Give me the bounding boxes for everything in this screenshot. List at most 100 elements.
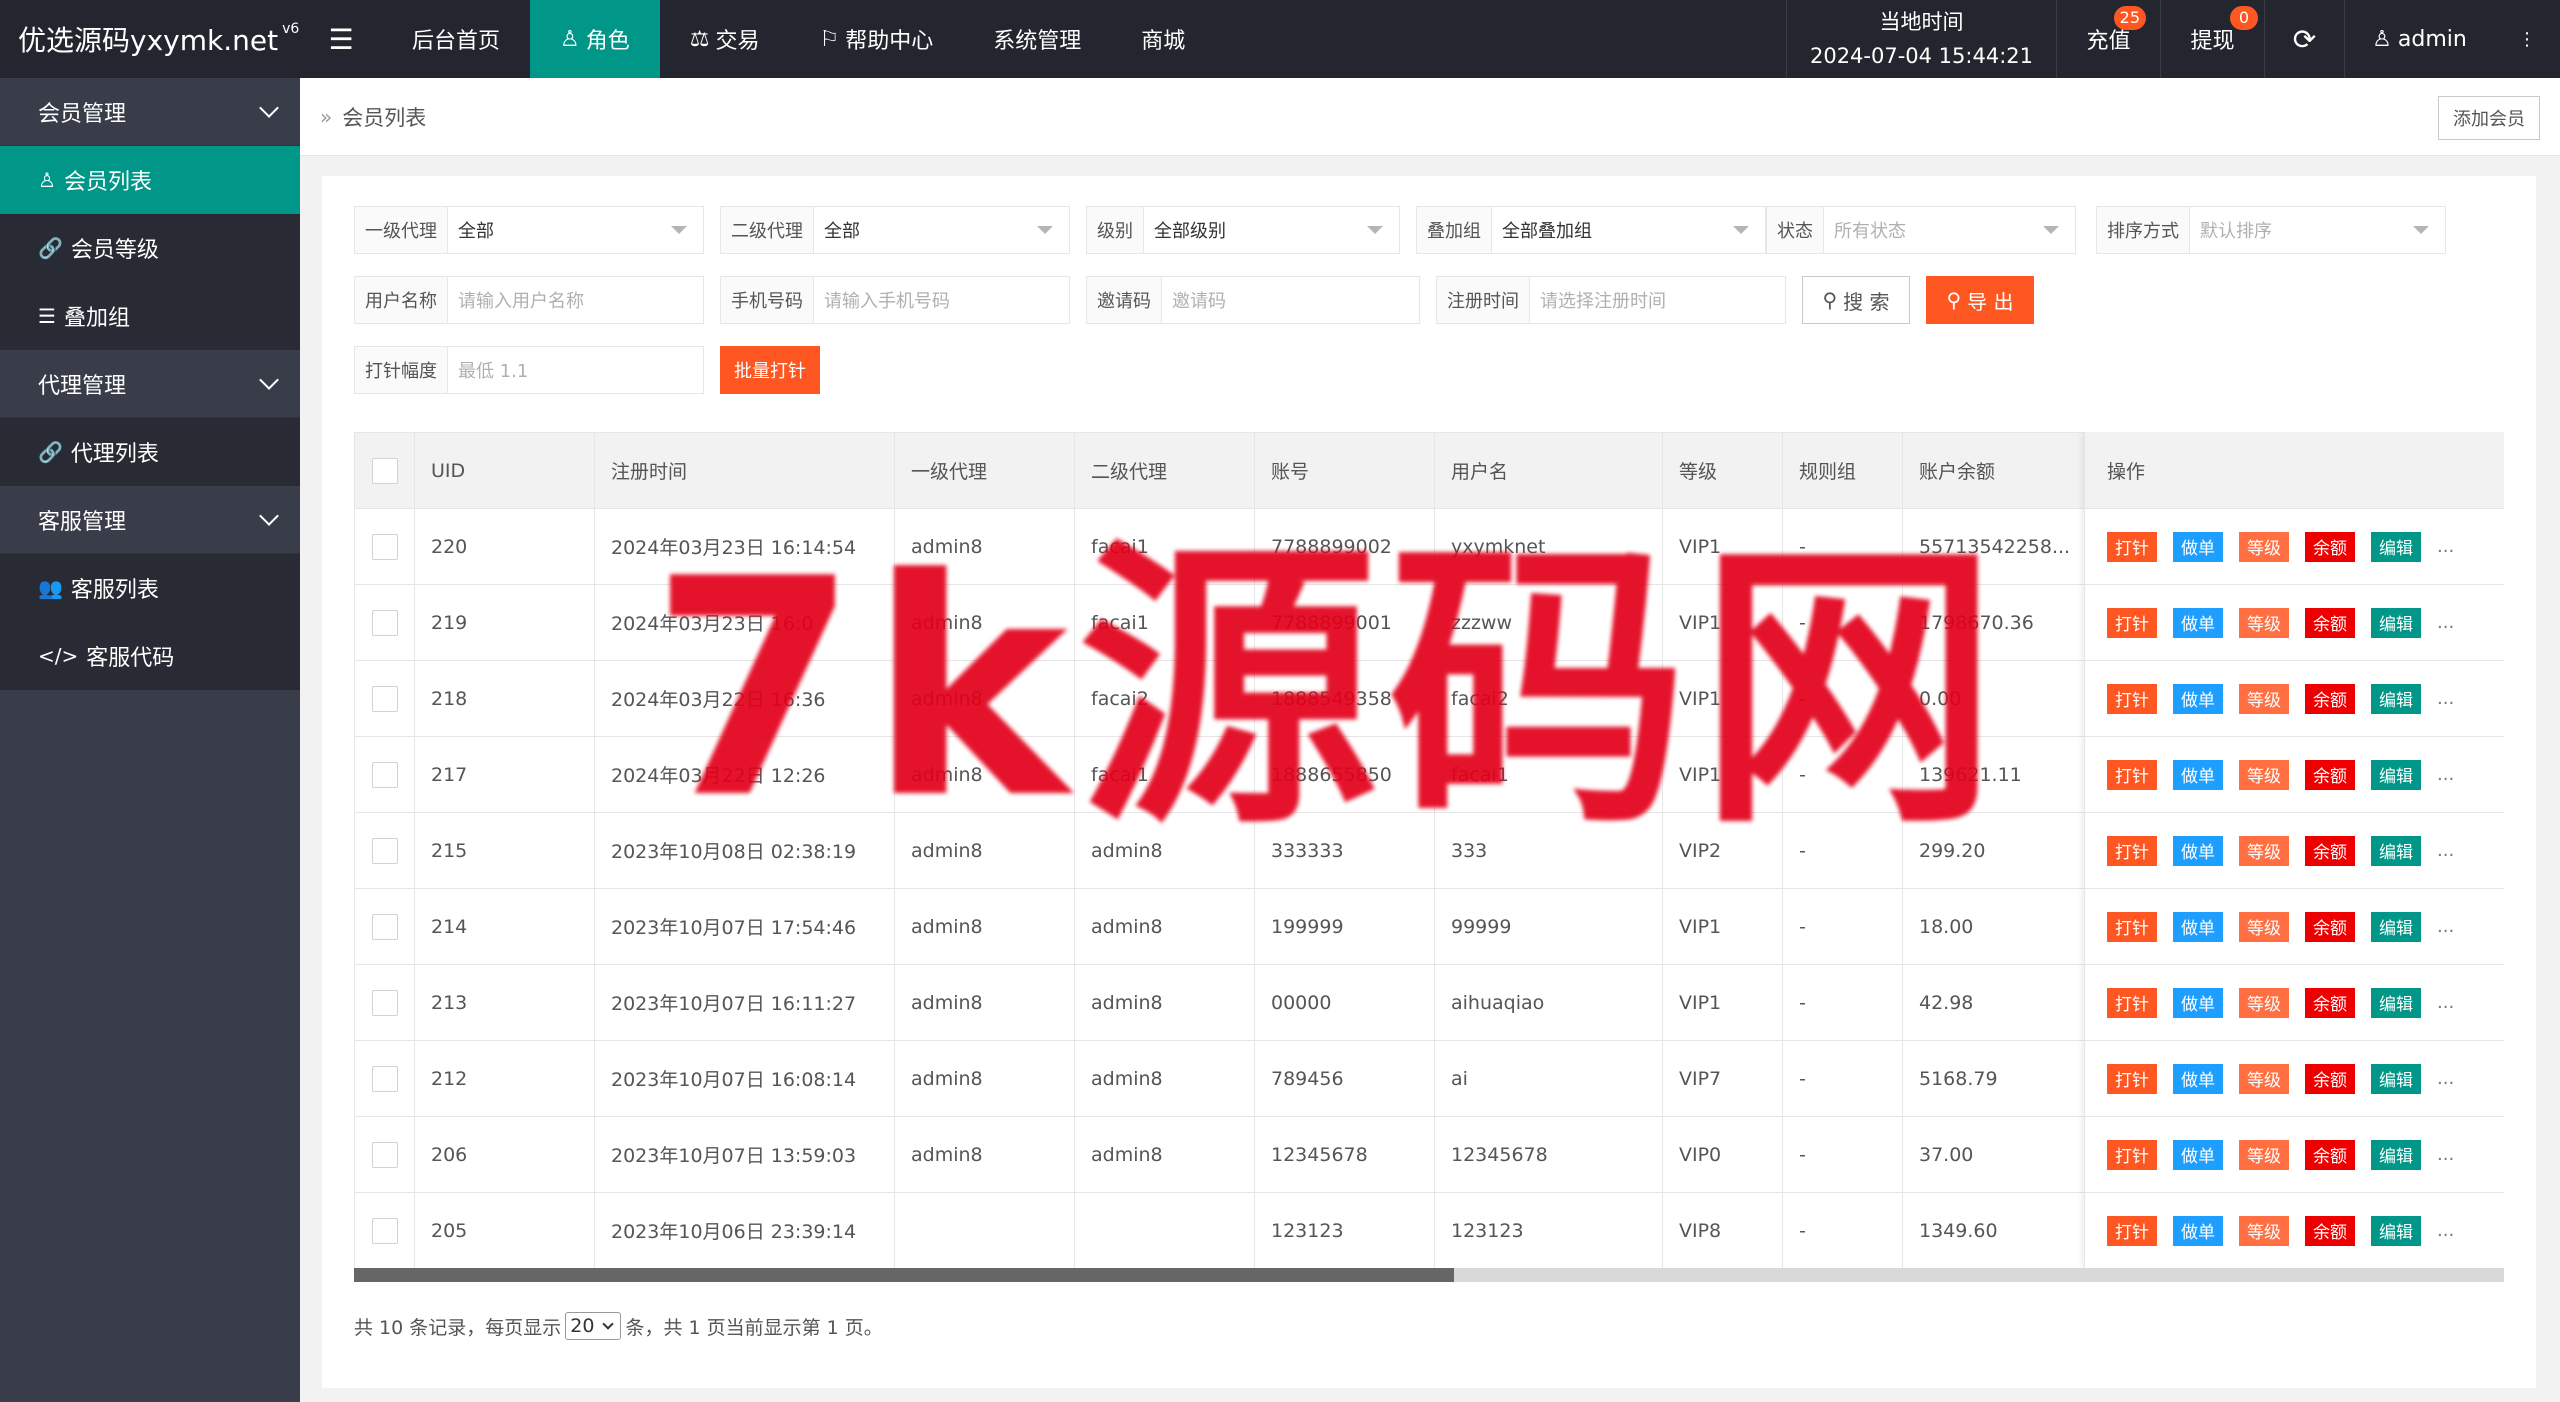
row-checkbox-cell[interactable] [354,508,415,585]
user-menu[interactable]: ♙ admin [2344,0,2494,78]
more-ops-icon[interactable]: ... [2437,1220,2454,1241]
order-button[interactable]: 做单 [2173,683,2223,714]
row-checkbox-cell[interactable] [354,888,415,965]
row-checkbox[interactable] [371,685,398,712]
select-all-checkbox[interactable] [354,432,415,509]
refresh-icon[interactable]: ⟳ [2264,0,2344,78]
order-button[interactable]: 做单 [2173,759,2223,790]
row-checkbox[interactable] [371,989,398,1016]
sidebar-item-member-list[interactable]: ♙ 会员列表 [0,146,300,214]
sidebar-group-agents[interactable]: 代理管理 [0,350,300,418]
edit-button[interactable]: 编辑 [2371,607,2421,638]
sidebar-item-agent-list[interactable]: 🔗 代理列表 [0,418,300,486]
nav-system[interactable]: 系统管理 [963,0,1111,78]
order-button[interactable]: 做单 [2173,835,2223,866]
scrollbar-thumb[interactable] [354,1268,1454,1282]
order-button[interactable]: 做单 [2173,911,2223,942]
level-button[interactable]: 等级 [2239,987,2289,1018]
nav-home[interactable]: 后台首页 [382,0,530,78]
pin-button[interactable]: 打针 [2107,1139,2157,1170]
more-ops-icon[interactable]: ... [2437,992,2454,1013]
username-field[interactable]: 用户名称 请输入用户名称 [354,276,704,324]
more-ops-icon[interactable]: ... [2437,1068,2454,1089]
level-button[interactable]: 等级 [2239,683,2289,714]
row-checkbox[interactable] [371,1217,398,1244]
pin-button[interactable]: 打针 [2107,911,2157,942]
invite-input[interactable]: 邀请码 [1162,277,1419,323]
phone-input[interactable]: 请输入手机号码 [814,277,1069,323]
edit-button[interactable]: 编辑 [2371,911,2421,942]
pin-button[interactable]: 打针 [2107,531,2157,562]
pin-button[interactable]: 打针 [2107,1063,2157,1094]
balance-button[interactable]: 余额 [2305,759,2355,790]
level-button[interactable]: 等级 [2239,911,2289,942]
regtime-input[interactable]: 请选择注册时间 [1530,277,1785,323]
pin-field[interactable]: 打针幅度 最低 1.1 [354,346,704,394]
order-button[interactable]: 做单 [2173,1215,2223,1246]
nav-help[interactable]: ⚐ 帮助中心 [790,0,964,78]
row-checkbox-cell[interactable] [354,584,415,661]
balance-button[interactable]: 余额 [2305,607,2355,638]
edit-button[interactable]: 编辑 [2371,987,2421,1018]
more-ops-icon[interactable]: ... [2437,536,2454,557]
row-checkbox-cell[interactable] [354,1116,415,1193]
order-button[interactable]: 做单 [2173,987,2223,1018]
row-checkbox[interactable] [371,609,398,636]
row-checkbox[interactable] [371,837,398,864]
status-select[interactable]: 状态 所有状态 [1766,206,2076,254]
row-checkbox[interactable] [371,761,398,788]
balance-button[interactable]: 余额 [2305,1139,2355,1170]
status-value[interactable]: 所有状态 [1824,207,2075,253]
agent1-value[interactable]: 全部 [448,207,703,253]
edit-button[interactable]: 编辑 [2371,1215,2421,1246]
regtime-field[interactable]: 注册时间 请选择注册时间 [1436,276,1786,324]
level-button[interactable]: 等级 [2239,835,2289,866]
site-logo[interactable]: 优选源码yxymk.net v6 [0,0,300,78]
checkbox[interactable] [371,457,398,484]
balance-button[interactable]: 余额 [2305,987,2355,1018]
row-checkbox-cell[interactable] [354,736,415,813]
edit-button[interactable]: 编辑 [2371,1139,2421,1170]
pin-button[interactable]: 打针 [2107,759,2157,790]
pin-button[interactable]: 打针 [2107,607,2157,638]
level-button[interactable]: 等级 [2239,759,2289,790]
group-value[interactable]: 全部叠加组 [1492,207,1765,253]
phone-field[interactable]: 手机号码 请输入手机号码 [720,276,1070,324]
agent2-select[interactable]: 二级代理 全部 [720,206,1070,254]
sort-select[interactable]: 排序方式 默认排序 [2096,206,2446,254]
menu-toggle-icon[interactable]: ☰ [300,0,382,78]
recharge-button[interactable]: 充值 25 [2056,0,2160,78]
sidebar-group-members[interactable]: 会员管理 [0,78,300,146]
nav-mall[interactable]: 商城 [1111,0,1215,78]
balance-button[interactable]: 余额 [2305,835,2355,866]
sidebar-item-member-level[interactable]: 🔗 会员等级 [0,214,300,282]
pin-button[interactable]: 打针 [2107,683,2157,714]
level-button[interactable]: 等级 [2239,607,2289,638]
sidebar-group-support[interactable]: 客服管理 [0,486,300,554]
search-button[interactable]: ⚲ 搜 索 [1802,276,1910,324]
pin-button[interactable]: 打针 [2107,1215,2157,1246]
level-button[interactable]: 等级 [2239,1063,2289,1094]
row-checkbox[interactable] [371,1065,398,1092]
more-ops-icon[interactable]: ... [2437,764,2454,785]
batch-pin-button[interactable]: 批量打针 [720,346,820,394]
edit-button[interactable]: 编辑 [2371,683,2421,714]
more-ops-icon[interactable]: ... [2437,916,2454,937]
level-value[interactable]: 全部级别 [1144,207,1399,253]
balance-button[interactable]: 余额 [2305,1215,2355,1246]
sidebar-item-support-code[interactable]: </> 客服代码 [0,622,300,690]
edit-button[interactable]: 编辑 [2371,759,2421,790]
more-ops-icon[interactable]: ... [2437,840,2454,861]
level-button[interactable]: 等级 [2239,531,2289,562]
add-member-button[interactable]: 添加会员 [2438,96,2540,140]
balance-button[interactable]: 余额 [2305,683,2355,714]
level-button[interactable]: 等级 [2239,1215,2289,1246]
row-checkbox[interactable] [371,1141,398,1168]
sidebar-item-support-list[interactable]: 👥 客服列表 [0,554,300,622]
withdraw-button[interactable]: 提现 0 [2160,0,2264,78]
pin-input[interactable]: 最低 1.1 [448,347,703,393]
export-button[interactable]: ⚲ 导 出 [1926,276,2034,324]
order-button[interactable]: 做单 [2173,1063,2223,1094]
order-button[interactable]: 做单 [2173,531,2223,562]
row-checkbox[interactable] [371,533,398,560]
